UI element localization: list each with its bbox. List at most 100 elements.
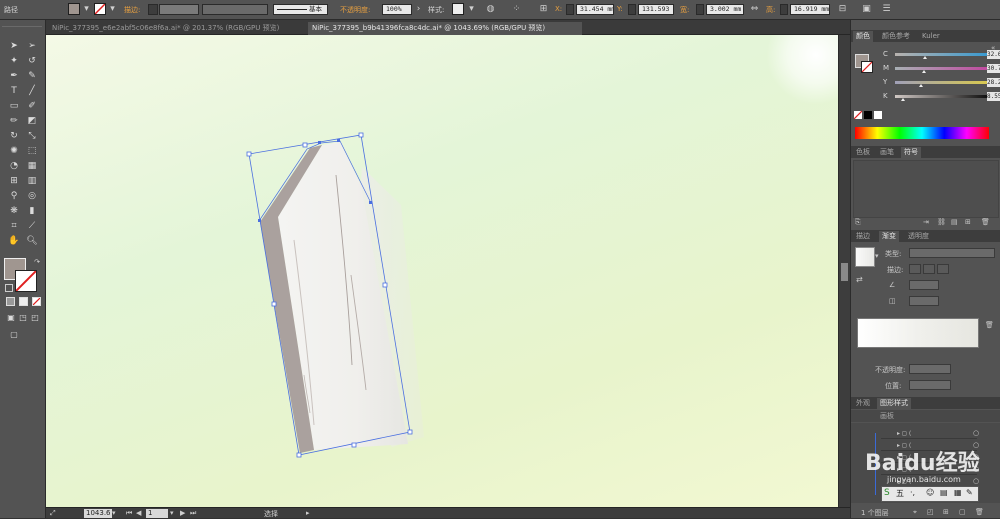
blend-tool-icon[interactable]: ◎ — [25, 190, 39, 203]
channel-slider-c[interactable] — [895, 53, 987, 56]
stroke-label[interactable]: 描边: — [124, 5, 140, 15]
chevron-right-icon[interactable]: › — [412, 3, 425, 16]
trash-icon[interactable]: 🗑︎ — [985, 321, 994, 329]
warp-tool-icon[interactable]: ✺ — [7, 145, 21, 158]
panel-stroke-swatch[interactable] — [861, 61, 873, 73]
tab-symbols[interactable]: 符号 — [901, 147, 921, 158]
trash-icon[interactable]: 🗑︎ — [975, 508, 984, 516]
x-stepper[interactable] — [566, 4, 574, 15]
h-field[interactable]: 16.919 mm — [790, 4, 830, 15]
h-label[interactable]: 高: — [766, 5, 775, 15]
scrollbar-thumb[interactable] — [841, 263, 848, 281]
pencil-tool-icon[interactable]: ✏ — [7, 115, 21, 128]
symbol-sprayer-tool-icon[interactable]: ❋ — [7, 205, 21, 218]
stroke-swatch[interactable] — [94, 3, 106, 15]
chevron-down-icon[interactable]: ▾ — [170, 509, 174, 517]
artboard-number-field[interactable]: 1 — [146, 509, 168, 518]
new-sublayer-icon[interactable]: ⊞ — [943, 508, 949, 516]
artboard-canvas[interactable] — [46, 35, 838, 507]
stroke-option-2-icon[interactable] — [923, 264, 935, 274]
reverse-gradient-icon[interactable]: ⇄ — [856, 275, 863, 284]
h-stepper[interactable] — [780, 4, 788, 15]
align-icon[interactable]: ⁘ — [510, 3, 523, 16]
stroke-weight-stepper[interactable] — [148, 4, 158, 15]
fill-swatch[interactable] — [68, 3, 80, 15]
layer-row[interactable]: ▸ ◻ ⟨ — [881, 429, 977, 439]
aspect-ratio-field[interactable] — [909, 296, 939, 306]
stroke-option-1-icon[interactable] — [909, 264, 921, 274]
place-symbol-icon[interactable]: ⇥ — [923, 218, 929, 226]
tab-graphic-styles[interactable]: 图形样式 — [877, 398, 911, 409]
visibility-toggle-icon[interactable]: ○ — [973, 429, 979, 437]
tab-stroke[interactable]: 描边 — [853, 231, 873, 242]
stroke-option-3-icon[interactable] — [937, 264, 949, 274]
document-tab[interactable]: NiPic_377395_e6e2abf5c06e8f6a.ai* @ 201.… — [48, 22, 310, 35]
opacity-field[interactable]: 100% — [382, 4, 412, 15]
color-spectrum[interactable] — [855, 127, 989, 139]
ime-skin-icon[interactable]: ▦ — [954, 488, 962, 497]
chevron-down-icon[interactable]: ▾ — [875, 252, 879, 260]
tab-appearance[interactable]: 外观 — [853, 398, 873, 409]
new-layer-icon[interactable]: ▢ — [959, 508, 966, 516]
ime-emoji-icon[interactable]: ☺ — [926, 488, 934, 497]
chevron-down-icon[interactable]: ▾ — [112, 509, 116, 517]
y-stepper[interactable] — [628, 4, 636, 15]
locate-object-icon[interactable]: ⌖ — [913, 508, 917, 517]
tab-transparency[interactable]: 透明度 — [905, 231, 932, 242]
screen-mode-icon[interactable]: ▢ — [7, 328, 21, 341]
reference-point-icon[interactable]: ⊞ — [537, 3, 550, 16]
make-clip-icon[interactable]: ◰ — [927, 508, 934, 516]
stroke-color-box[interactable] — [15, 270, 37, 292]
none-mode-icon[interactable] — [32, 297, 41, 306]
zoom-tool-icon[interactable]: 🔍︎ — [25, 235, 39, 248]
isolate-icon[interactable]: ▣ — [860, 3, 873, 16]
channel-value-k[interactable]: 8.55 — [987, 92, 1000, 101]
gradient-mode-icon[interactable] — [19, 297, 28, 306]
slider-thumb[interactable] — [901, 98, 906, 101]
symbols-list[interactable] — [853, 160, 999, 218]
chevron-down-icon[interactable]: ▾ — [465, 3, 478, 16]
status-menu-icon[interactable]: ▸ — [306, 509, 310, 517]
x-field[interactable]: 31.454 mm — [576, 4, 614, 15]
visibility-toggle-icon[interactable]: ○ — [973, 477, 979, 485]
selection-tool-icon[interactable]: ➤ — [7, 40, 21, 53]
first-page-icon[interactable]: ⏮ — [126, 509, 132, 518]
tab-color[interactable]: 颜色 — [853, 31, 873, 42]
slider-thumb[interactable] — [918, 84, 923, 87]
artboard-tool-icon[interactable]: ⌗ — [7, 220, 21, 233]
draw-inside-icon[interactable]: ◰ — [28, 311, 42, 324]
ime-keyboard-icon[interactable]: ▤ — [940, 488, 948, 497]
none-color-icon[interactable] — [854, 111, 862, 119]
channel-slider-y[interactable] — [895, 81, 987, 84]
panel-menu-icon[interactable]: ☰ — [880, 3, 893, 16]
toolbar-grip[interactable] — [2, 22, 42, 27]
gradient-opacity-field[interactable] — [909, 364, 951, 374]
angle-field[interactable] — [909, 280, 939, 290]
tab-kuler[interactable]: Kuler — [919, 31, 943, 42]
channel-value-y[interactable]: 28.2 — [987, 78, 1000, 87]
w-stepper[interactable] — [696, 4, 704, 15]
chevron-down-icon[interactable]: ▾ — [80, 3, 93, 16]
gradient-slider[interactable] — [857, 318, 979, 348]
ime-toolbar[interactable]: S 五 ·, ☺ ▤ ▦ ✎ — [881, 486, 979, 502]
recolor-icon[interactable]: ◍ — [484, 3, 497, 16]
pen-tool-icon[interactable]: ✒ — [7, 70, 21, 83]
variable-width-dropdown[interactable] — [202, 4, 268, 15]
swap-colors-icon[interactable]: ↷ — [30, 256, 44, 269]
mesh-tool-icon[interactable]: ⊞ — [7, 175, 21, 188]
last-page-icon[interactable]: ⏭ — [190, 509, 196, 518]
graph-tool-icon[interactable]: ▮ — [25, 205, 39, 218]
panel-collapse-icon[interactable]: « — [991, 44, 995, 52]
prev-page-icon[interactable]: ◀ — [136, 509, 141, 517]
tab-gradient[interactable]: 渐变 — [879, 231, 899, 242]
scale-tool-icon[interactable]: ⤡ — [25, 130, 39, 143]
stroke-weight-field[interactable] — [159, 4, 199, 15]
paintbrush-tool-icon[interactable]: ✐ — [25, 100, 39, 113]
white-color-icon[interactable] — [874, 111, 882, 119]
w-field[interactable]: 3.002 mm — [706, 4, 744, 15]
hand-tool-icon[interactable]: ✋ — [7, 235, 21, 248]
new-symbol-icon[interactable]: ⊞ — [965, 218, 971, 226]
symbol-library-icon[interactable]: ⎘ — [855, 218, 861, 227]
lasso-tool-icon[interactable]: ↺ — [25, 55, 39, 68]
symbol-options-icon[interactable]: ▤ — [951, 218, 958, 226]
